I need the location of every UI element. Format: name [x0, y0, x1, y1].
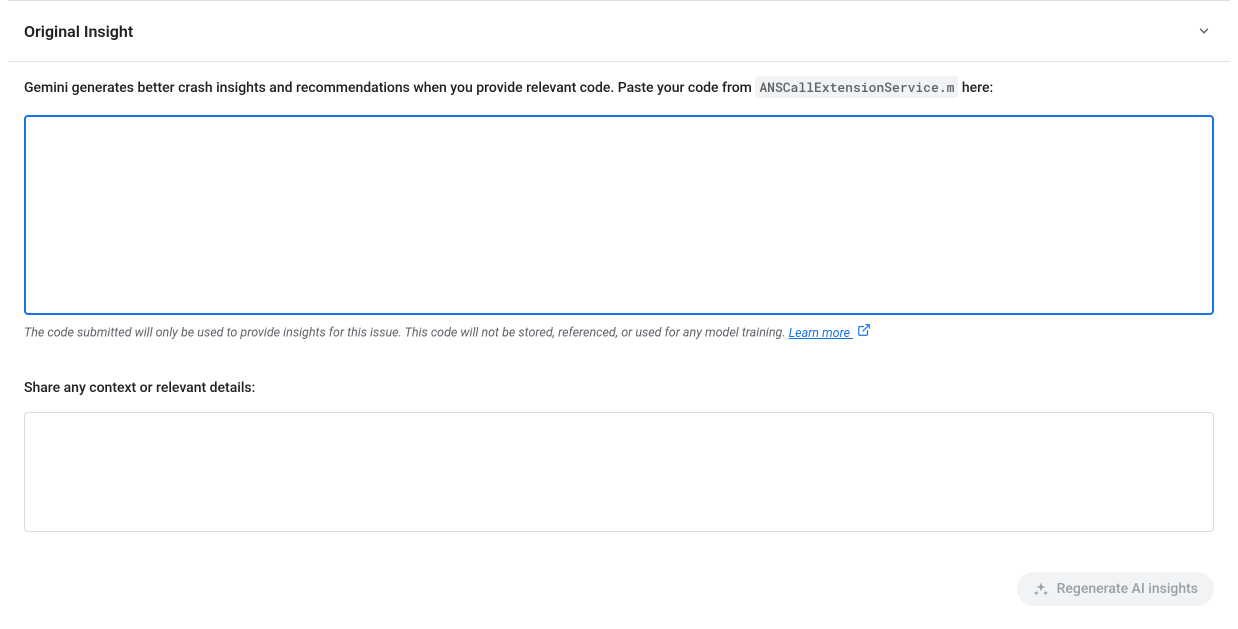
code-instruction-line: Gemini generates better crash insights a…: [24, 78, 1214, 99]
code-disclaimer: The code submitted will only be used to …: [24, 323, 1214, 344]
chevron-down-icon: [1194, 21, 1214, 41]
filename-code: ANSCallExtensionService.m: [755, 76, 958, 98]
disclaimer-text: The code submitted will only be used to …: [24, 326, 789, 341]
accordion-title: Original Insight: [24, 22, 133, 41]
regenerate-button-label: Regenerate AI insights: [1057, 581, 1198, 597]
code-input-section: Gemini generates better crash insights a…: [8, 62, 1230, 548]
insight-panel: Original Insight Gemini generates better…: [0, 0, 1238, 610]
context-label: Share any context or relevant details:: [24, 380, 1214, 396]
context-input[interactable]: [24, 412, 1214, 532]
code-instruction-suffix: here:: [958, 80, 993, 96]
regenerate-ai-insights-button[interactable]: Regenerate AI insights: [1017, 572, 1214, 606]
sparkle-icon: [1033, 581, 1049, 597]
code-instruction-prefix: Gemini generates better crash insights a…: [24, 80, 755, 96]
learn-more-link[interactable]: Learn more: [789, 326, 871, 341]
open-in-new-icon: [857, 323, 871, 344]
learn-more-label: Learn more: [789, 326, 853, 341]
code-input[interactable]: [24, 115, 1214, 315]
original-insight-accordion-header[interactable]: Original Insight: [8, 1, 1230, 61]
actions-row: Regenerate AI insights: [8, 548, 1230, 610]
